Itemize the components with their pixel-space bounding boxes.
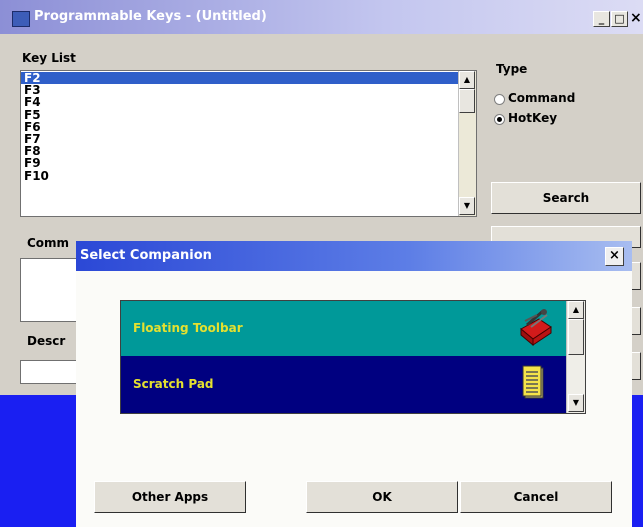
key-list-item[interactable]: F6 xyxy=(21,121,461,133)
toolbox-icon xyxy=(520,309,552,347)
radio-command[interactable] xyxy=(494,94,505,105)
dialog-close-icon[interactable]: × xyxy=(605,247,624,266)
dialog-title: Select Companion xyxy=(80,248,212,263)
minimize-icon[interactable]: _ xyxy=(593,11,610,27)
key-list-item[interactable]: F7 xyxy=(21,133,461,145)
command-field[interactable] xyxy=(20,258,82,322)
type-label: Type xyxy=(496,62,528,76)
main-titlebar[interactable]: Programmable Keys - (Untitled) _ □ × xyxy=(0,0,643,34)
description-label: Descr xyxy=(27,334,66,348)
radio-hotkey[interactable] xyxy=(494,114,505,125)
notepad-icon xyxy=(522,365,544,399)
app-icon xyxy=(12,11,30,27)
maximize-icon[interactable]: □ xyxy=(611,11,628,27)
key-list[interactable]: F2 F3 F4 F5 F6 F7 F8 F9 F10 ▲ ▼ xyxy=(20,70,477,217)
key-list-item[interactable]: F4 xyxy=(21,96,461,108)
list-item-floating-toolbar[interactable]: Floating Toolbar xyxy=(121,301,566,356)
list-item-label: Floating Toolbar xyxy=(133,321,243,335)
radio-command-label: Command xyxy=(508,91,576,105)
scroll-up-icon[interactable]: ▲ xyxy=(568,301,584,319)
scroll-thumb[interactable] xyxy=(568,319,584,355)
list-item-label: Scratch Pad xyxy=(133,377,214,391)
close-icon[interactable]: × xyxy=(630,10,642,26)
description-field[interactable] xyxy=(20,360,82,384)
other-apps-button[interactable]: Other Apps xyxy=(94,481,246,513)
key-list-item[interactable]: F3 xyxy=(21,84,461,96)
key-list-item[interactable]: F5 xyxy=(21,108,461,121)
companion-list-scrollbar[interactable]: ▲ ▼ xyxy=(566,301,585,413)
select-companion-dialog: Select Companion × Floating Toolbar Scra… xyxy=(76,241,632,527)
companion-list[interactable]: Floating Toolbar Scratch Pad ▲ ▼ xyxy=(120,300,586,414)
dialog-titlebar[interactable]: Select Companion × xyxy=(76,241,632,271)
key-list-item[interactable]: F2 xyxy=(21,72,461,85)
key-list-scrollbar[interactable]: ▲ ▼ xyxy=(458,71,476,216)
scroll-thumb[interactable] xyxy=(459,89,475,113)
key-list-item[interactable]: F9 xyxy=(21,157,461,169)
scroll-down-icon[interactable]: ▼ xyxy=(568,394,584,412)
search-button[interactable]: Search xyxy=(491,182,641,214)
key-list-items: F2 F3 F4 F5 F6 F7 F8 F9 F10 xyxy=(21,72,461,182)
window-title: Programmable Keys - (Untitled) xyxy=(34,9,267,24)
key-list-item[interactable]: F8 xyxy=(21,145,461,157)
command-label: Comm xyxy=(27,236,70,250)
scroll-up-icon[interactable]: ▲ xyxy=(459,71,475,89)
key-list-item[interactable]: F10 xyxy=(21,169,461,182)
radio-hotkey-label: HotKey xyxy=(508,111,558,125)
scroll-down-icon[interactable]: ▼ xyxy=(459,197,475,215)
ok-button[interactable]: OK xyxy=(306,481,458,513)
key-list-label: Key List xyxy=(22,51,76,65)
list-item-scratch-pad[interactable]: Scratch Pad xyxy=(121,356,566,413)
cancel-button[interactable]: Cancel xyxy=(460,481,612,513)
